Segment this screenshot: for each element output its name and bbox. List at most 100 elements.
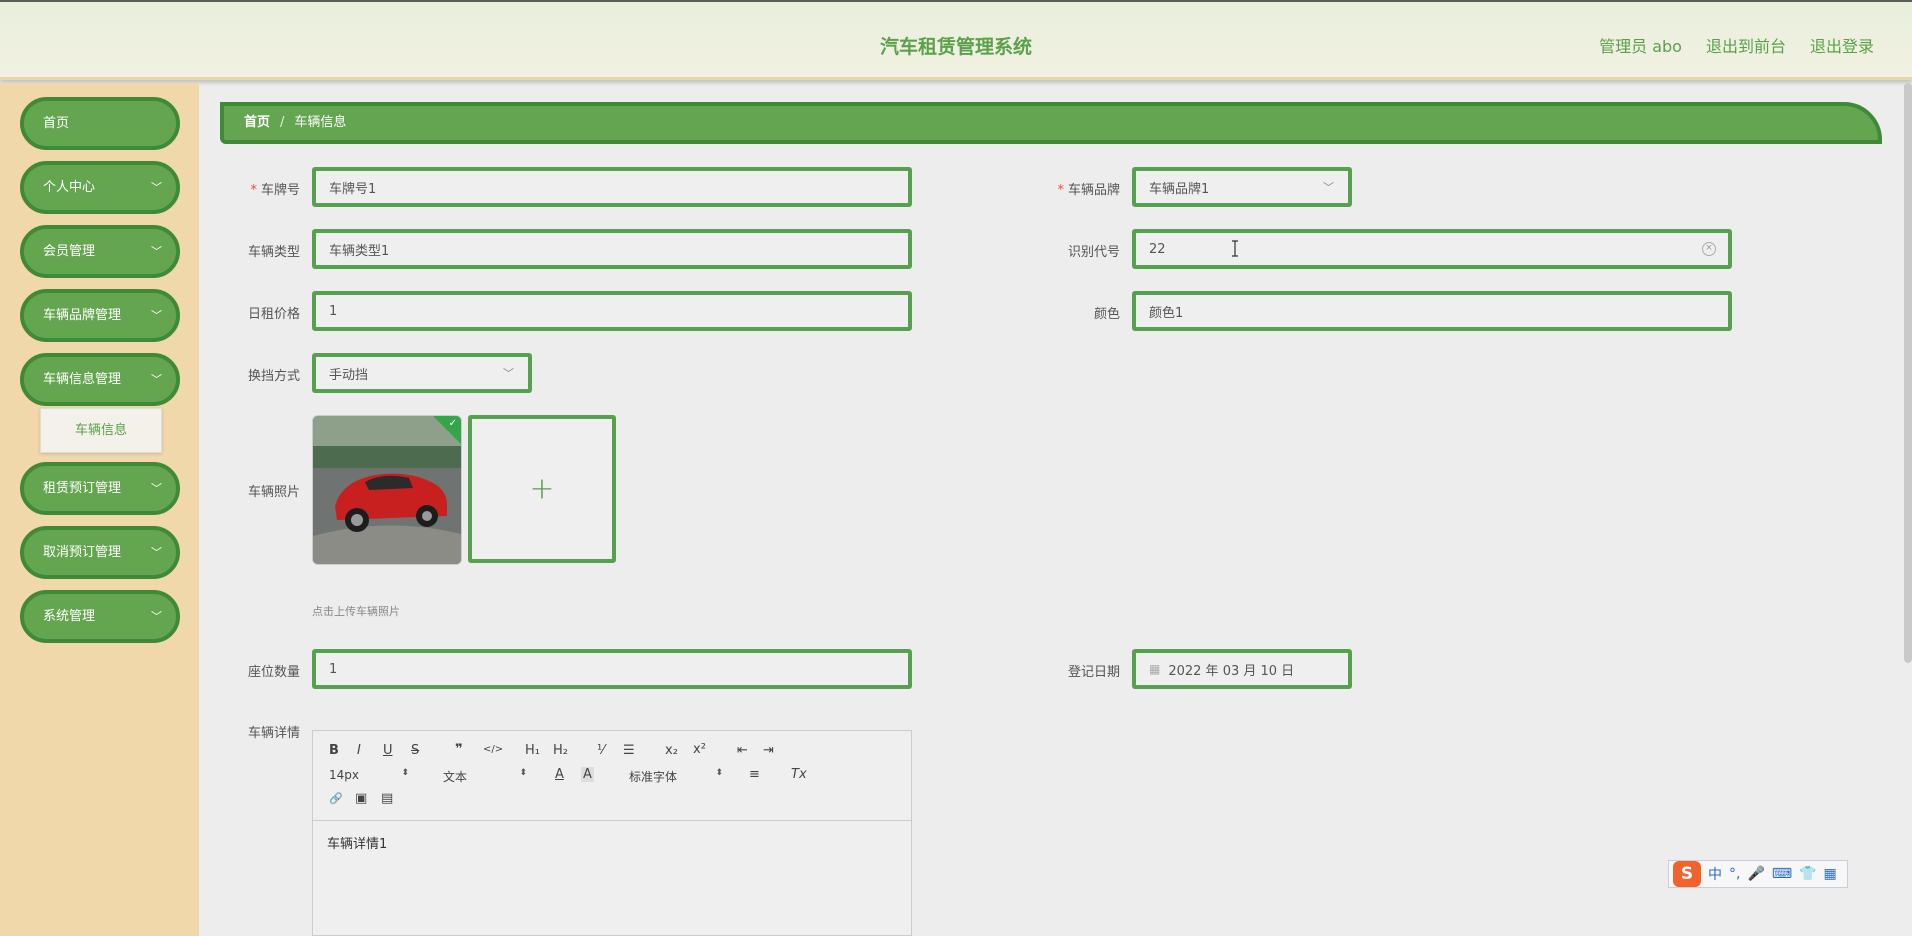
strike-button[interactable]: S	[411, 743, 419, 758]
price-label: 日租价格	[247, 307, 300, 322]
plate-input[interactable]: 车牌号1	[312, 167, 912, 207]
indent-button[interactable]: ⇥	[763, 743, 774, 758]
seats-input[interactable]: 1	[312, 649, 912, 689]
mic-icon[interactable]: 🎤	[1747, 866, 1764, 882]
outdent-button[interactable]: ⇤	[737, 743, 748, 758]
brand-label: * 车辆品牌	[1057, 183, 1120, 198]
color-input[interactable]: 颜色1	[1132, 291, 1732, 331]
breadcrumb-home[interactable]: 首页	[244, 115, 270, 130]
breadcrumb: 首页 / 车辆信息	[220, 102, 1882, 144]
italic-button[interactable]: I	[357, 743, 361, 758]
regdate-label: 登记日期	[1067, 665, 1120, 680]
vehicle-photo-thumbnail[interactable]: ✓	[312, 415, 462, 565]
editor-content[interactable]: 车辆详情1	[313, 821, 911, 864]
ime-punctuation-button[interactable]: °,	[1729, 866, 1740, 882]
breadcrumb-current: 车辆信息	[294, 115, 347, 130]
admin-user-link[interactable]: 管理员 abo	[1599, 33, 1682, 57]
sidebar-item-label: 车辆信息管理	[43, 372, 122, 387]
sidebar-item-label: 会员管理	[43, 244, 96, 259]
plate-label: * 车牌号	[250, 183, 300, 198]
code-block-button[interactable]: </>	[483, 744, 503, 755]
regdate-picker[interactable]: ▦ 2022 年 03 月 10 日	[1132, 649, 1352, 689]
chevron-down-icon: ﹀	[151, 610, 162, 623]
sidebar-item-brand-management[interactable]: 车辆品牌管理 ﹀	[20, 289, 180, 342]
link-button[interactable]: 🔗	[329, 792, 343, 805]
gear-select[interactable]: 手动挡 ﹀	[312, 353, 532, 393]
plus-icon: +	[529, 471, 555, 507]
chevron-down-icon: ﹀	[151, 245, 162, 258]
chevron-down-icon: ﹀	[151, 373, 162, 386]
chevron-down-icon: ﹀	[151, 181, 162, 194]
ordered-list-button[interactable]: ⅟	[597, 743, 604, 758]
sidebar: 首页 个人中心 ﹀ 会员管理 ﹀ 车辆品牌管理 ﹀ 车辆信息管理 ﹀ 租赁预订管理 ﹀ 取…	[0, 83, 199, 936]
font-family-select[interactable]: 标准字体 ⬍	[629, 768, 723, 784]
sidebar-item-label: 系统管理	[43, 609, 96, 624]
sidebar-item-member-management[interactable]: 会员管理 ﹀	[20, 225, 180, 278]
font-color-button[interactable]: A	[555, 767, 564, 782]
blockquote-button[interactable]: ❞	[455, 742, 463, 757]
top-header: 汽车租赁管理系统 管理员 abo 退出到前台 退出登录	[0, 0, 1912, 80]
sogou-logo-icon[interactable]: S	[1673, 861, 1701, 887]
upload-photo-button[interactable]: +	[468, 415, 616, 563]
ime-toolbar: S 中 °, 🎤 ⌨ 👕 ▦	[1668, 860, 1848, 888]
bold-button[interactable]: B	[329, 743, 339, 758]
back-to-front-link[interactable]: 退出到前台	[1706, 33, 1786, 57]
sidebar-item-home[interactable]: 首页	[20, 97, 180, 150]
chevron-down-icon: ﹀	[151, 546, 162, 559]
text-cursor-icon	[1232, 240, 1238, 257]
vin-label: 识别代号	[1067, 245, 1120, 260]
updown-icon: ⬍	[715, 768, 723, 778]
upload-hint: 点击上传车辆照片	[312, 605, 400, 618]
chevron-down-icon: ﹀	[151, 309, 162, 322]
keyboard-icon[interactable]: ⌨	[1772, 866, 1792, 882]
page-scrollbar[interactable]	[1904, 83, 1912, 663]
sidebar-item-rental-booking-management[interactable]: 租赁预订管理 ﹀	[20, 462, 180, 515]
chevron-down-icon: ﹀	[1323, 181, 1334, 194]
gear-label: 换挡方式	[247, 369, 300, 384]
sidebar-item-vehicle-info-management[interactable]: 车辆信息管理 ﹀	[20, 353, 180, 406]
sidebar-item-label: 取消预订管理	[43, 545, 122, 560]
seats-label: 座位数量	[247, 665, 300, 680]
sidebar-item-label: 首页	[43, 116, 70, 131]
font-size-select[interactable]: 14px ⬍	[329, 768, 409, 784]
bullet-list-button[interactable]: ☰	[623, 743, 635, 758]
header2-button[interactable]: H₂	[553, 743, 568, 758]
updown-icon: ⬍	[519, 768, 527, 778]
price-input[interactable]: 1	[312, 291, 912, 331]
updown-icon: ⬍	[401, 768, 409, 778]
align-button[interactable]: ≡	[749, 767, 760, 782]
top-links: 管理员 abo 退出到前台 退出登录	[1599, 33, 1874, 57]
sidebar-item-personal-center[interactable]: 个人中心 ﹀	[20, 161, 180, 214]
brand-select[interactable]: 车辆品牌1 ﹀	[1132, 167, 1352, 207]
video-button[interactable]: ▤	[381, 791, 393, 806]
type-label: 车辆类型	[247, 245, 300, 260]
underline-button[interactable]: U	[383, 743, 393, 758]
sidebar-item-system-management[interactable]: 系统管理 ﹀	[20, 590, 180, 643]
rich-text-editor: B I U S ❞ </> H₁ H₂ ⅟ ☰ x₂ x² ⇤ ⇥ 14px ⬍ …	[312, 730, 912, 936]
chevron-down-icon: ﹀	[151, 482, 162, 495]
superscript-button[interactable]: x²	[693, 742, 706, 757]
background-color-button[interactable]: A	[581, 767, 594, 782]
clear-icon[interactable]: ×	[1702, 242, 1716, 256]
sidebar-item-label: 车辆品牌管理	[43, 308, 122, 323]
color-label: 颜色	[1093, 307, 1120, 322]
check-icon: ✓	[448, 418, 457, 429]
vin-input[interactable]: 22 ×	[1132, 229, 1732, 269]
photo-label: 车辆照片	[247, 485, 300, 500]
submenu-item-vehicle-info[interactable]: 车辆信息	[40, 408, 162, 453]
sidebar-item-label: 个人中心	[43, 180, 96, 195]
sidebar-item-label: 租赁预订管理	[43, 481, 122, 496]
more-icon[interactable]: ▦	[1824, 866, 1837, 882]
detail-label: 车辆详情	[247, 726, 300, 741]
logout-link[interactable]: 退出登录	[1810, 33, 1874, 57]
skin-icon[interactable]: 👕	[1799, 866, 1816, 882]
image-button[interactable]: ▣	[355, 791, 367, 806]
header1-button[interactable]: H₁	[525, 743, 540, 758]
clear-format-button[interactable]: Tx	[791, 767, 807, 782]
type-input[interactable]: 车辆类型1	[312, 229, 912, 269]
text-format-select[interactable]: 文本 ⬍	[443, 768, 527, 784]
car-photo-image	[313, 416, 461, 564]
ime-mode-button[interactable]: 中	[1708, 864, 1722, 884]
subscript-button[interactable]: x₂	[665, 743, 678, 758]
sidebar-item-cancel-booking-management[interactable]: 取消预订管理 ﹀	[20, 526, 180, 579]
